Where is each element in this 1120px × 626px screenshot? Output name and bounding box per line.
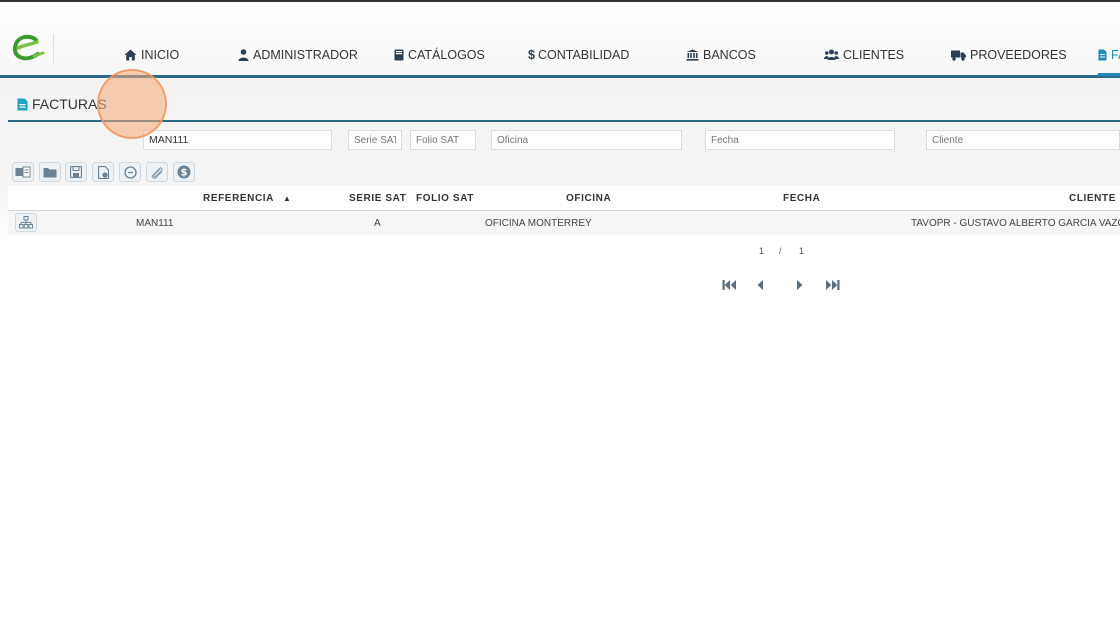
users-icon (824, 49, 839, 60)
payment-button[interactable]: $ (173, 162, 195, 182)
nav-item-catalogos[interactable]: CATÁLOGOS (394, 46, 485, 64)
column-header-fecha[interactable]: FECHA (783, 193, 820, 204)
column-header-label: FECHA (783, 193, 821, 204)
nav-item-label: ADMINISTRADOR (253, 48, 358, 62)
cell-cliente: TAVOPR - GUSTAVO ALBERTO GARCIA VAZQUE (911, 218, 1120, 229)
folder-icon (43, 167, 57, 177)
cell-serie-sat: A (374, 218, 381, 229)
home-icon (124, 49, 137, 61)
nav-item-bancos[interactable]: BANCOS (686, 46, 756, 64)
main-navbar (0, 2, 1120, 76)
cell-oficina: OFICINA MONTERREY (485, 218, 592, 229)
nav-item-administrador[interactable]: ADMINISTRADOR (238, 46, 358, 64)
attach-icon (151, 166, 163, 179)
nav-active-indicator (1098, 73, 1120, 76)
nav-item-inicio[interactable]: INICIO (124, 46, 179, 64)
column-header-referencia[interactable]: REFERENCIA ▲ (203, 193, 292, 204)
attach-button[interactable] (146, 162, 168, 182)
cliente-filter-input[interactable] (926, 130, 1120, 150)
page-title: FACTURAS (17, 96, 107, 112)
click-indicator (97, 69, 167, 139)
fecha-filter-input[interactable] (705, 130, 895, 150)
pager-current-page: 1 (759, 246, 765, 256)
bank-icon (686, 49, 699, 61)
app-logo (13, 34, 45, 61)
file-icon (17, 98, 28, 110)
svg-text:$: $ (181, 168, 188, 179)
column-header-label: OFICINA (566, 193, 612, 204)
last-page-button[interactable] (825, 279, 840, 291)
open-button[interactable] (39, 162, 61, 182)
nav-item-label: FA (1111, 48, 1120, 62)
serie-sat-filter-input[interactable] (348, 130, 402, 150)
column-header-oficina[interactable]: OFICINA (566, 193, 611, 204)
pager-separator: / (779, 246, 782, 256)
history-icon (123, 165, 137, 179)
truck-icon (951, 50, 966, 61)
file-check-button[interactable] (92, 162, 114, 182)
user-icon (238, 49, 249, 61)
nav-item-label: CLIENTES (843, 48, 905, 62)
column-header-cliente[interactable]: CLIENTE (1069, 193, 1116, 204)
cell-referencia: MAN111 (136, 218, 174, 229)
save-button[interactable] (65, 162, 87, 182)
nav-item-facturas[interactable]: FA (1098, 46, 1120, 64)
nav-item-label: PROVEEDORES (970, 48, 1067, 62)
column-header-label: FOLIO SAT (416, 193, 474, 204)
money-icon: $ (177, 165, 191, 179)
dollar-icon: $ (528, 48, 535, 62)
hierarchy-icon (19, 216, 33, 229)
nav-item-label: BANCOS (703, 48, 756, 62)
column-header-serie-sat[interactable]: SERIE SAT (349, 193, 406, 204)
file-check-icon (97, 165, 109, 179)
nav-item-clientes[interactable]: CLIENTES (824, 46, 904, 64)
new-invoice-icon (15, 166, 31, 178)
prev-page-button[interactable] (756, 279, 765, 291)
folio-sat-filter-input[interactable] (410, 130, 476, 150)
logo-separator (53, 34, 54, 64)
grid-header (8, 186, 1120, 211)
oficina-filter-input[interactable] (491, 130, 682, 150)
row-detail-button[interactable] (15, 213, 37, 232)
page-title-text: FACTURAS (32, 96, 107, 112)
column-header-folio-sat[interactable]: FOLIO SAT (416, 193, 474, 204)
first-page-button[interactable] (722, 279, 737, 291)
nav-item-contabilidad[interactable]: $ CONTABILIDAD (528, 46, 629, 64)
history-button[interactable] (119, 162, 141, 182)
sort-asc-icon: ▲ (283, 194, 292, 203)
column-header-label: SERIE SAT (349, 193, 407, 204)
save-icon (70, 166, 82, 178)
next-page-button[interactable] (795, 279, 804, 291)
nav-item-label: INICIO (141, 48, 180, 62)
file-icon (1098, 49, 1107, 61)
nav-item-label: CONTABILIDAD (537, 48, 630, 62)
nav-item-label: CATÁLOGOS (408, 48, 485, 62)
pager-total-pages: 1 (799, 246, 805, 256)
column-header-label: REFERENCIA (203, 193, 274, 204)
book-icon (394, 49, 404, 61)
column-header-label: CLIENTE (1069, 193, 1116, 204)
new-invoice-button[interactable] (12, 162, 34, 182)
section-divider (8, 120, 1120, 122)
referencia-filter-input[interactable] (143, 130, 332, 150)
nav-item-proveedores[interactable]: PROVEEDORES (951, 46, 1067, 64)
